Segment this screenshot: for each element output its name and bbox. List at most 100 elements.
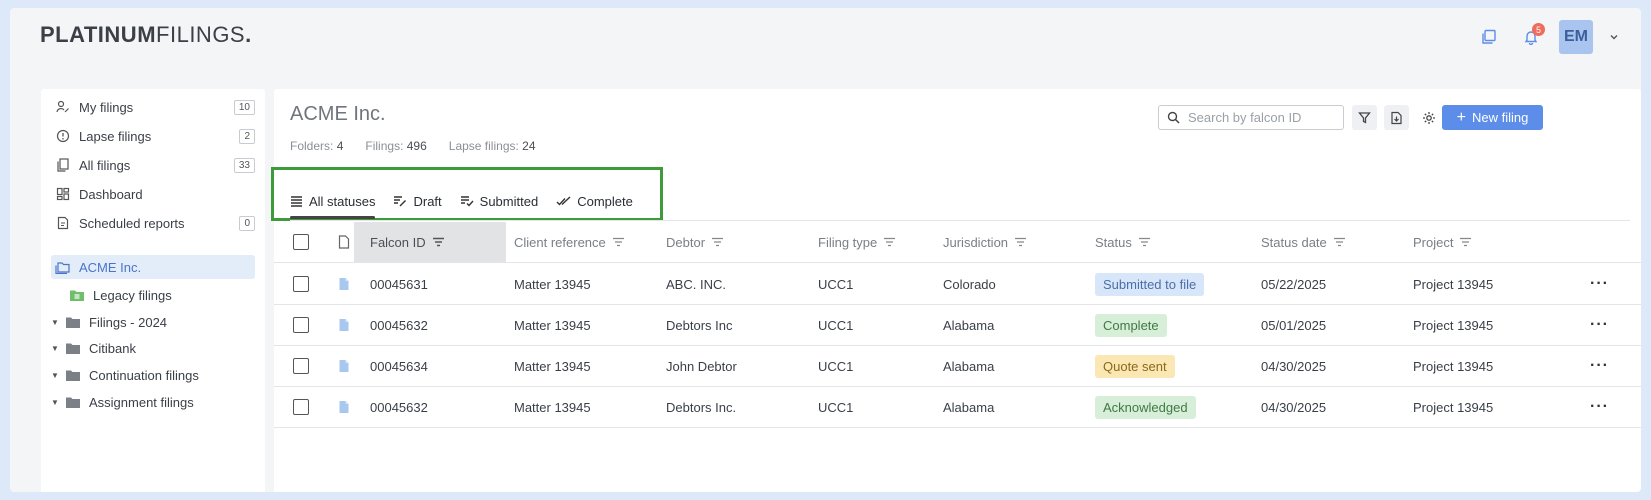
sidebar-subfolder-assignment[interactable]: ▼ Assignment filings	[51, 390, 255, 414]
notification-badge: 5	[1532, 23, 1545, 36]
cell-jurisdiction: Alabama	[943, 317, 995, 333]
sidebar-subfolder-label: Legacy filings	[93, 287, 172, 303]
document-icon	[338, 264, 350, 304]
more-actions-icon[interactable]: ···	[1590, 346, 1609, 386]
cell-jurisdiction: Alabama	[943, 358, 995, 374]
column-label: Filing type	[818, 234, 878, 250]
export-button[interactable]	[1384, 105, 1409, 130]
select-all-checkbox[interactable]	[293, 222, 309, 262]
tab-draft[interactable]: Draft	[393, 191, 442, 211]
cell-client-reference: Matter 13945	[514, 358, 591, 374]
row-checkbox[interactable]	[293, 346, 309, 386]
filter-lines-icon	[712, 237, 724, 247]
cell-status-date: 04/30/2025	[1261, 399, 1327, 415]
sidebar-item-scheduled-reports[interactable]: Scheduled reports 0	[51, 211, 255, 235]
brand-logo[interactable]: PLATINUMFILINGS.	[40, 22, 252, 48]
table-row[interactable]: 00045634 Matter 13945 John Debtor UCC1 A…	[274, 346, 1641, 387]
sidebar-subfolder-filings-2024[interactable]: ▼ Filings - 2024	[51, 310, 255, 334]
table-row[interactable]: 00045632 Matter 13945 Debtors Inc. UCC1 …	[274, 387, 1641, 428]
cell-falcon-id[interactable]: 00045634	[370, 346, 428, 386]
sidebar-item-lapse-filings[interactable]: Lapse filings 2	[51, 124, 255, 148]
row-checkbox[interactable]	[293, 264, 309, 304]
cell-jurisdiction: Alabama	[943, 399, 995, 415]
filter-button[interactable]	[1352, 105, 1377, 130]
sidebar-item-my-filings[interactable]: My filings 10	[51, 95, 255, 119]
tab-complete[interactable]: Complete	[556, 191, 633, 211]
dashboard-icon	[55, 186, 71, 202]
sidebar: My filings 10 Lapse filings 2 All filing…	[41, 89, 265, 492]
document-icon	[338, 305, 350, 345]
column-header-filing-type[interactable]: Filing type	[818, 222, 896, 262]
caret-down-icon[interactable]: ▼	[51, 318, 59, 327]
column-header-debtor[interactable]: Debtor	[666, 222, 724, 262]
cell-status-date: 05/01/2025	[1261, 317, 1327, 333]
main-panel: ACME Inc. Folders: 4 Filings: 496 Lapse …	[271, 89, 1641, 492]
cell-project: Project 13945	[1413, 276, 1494, 292]
document-icon	[338, 387, 350, 427]
row-checkbox[interactable]	[293, 305, 309, 345]
tab-all-statuses[interactable]: All statuses	[290, 191, 376, 219]
column-header-client-reference[interactable]: Client reference	[514, 222, 625, 262]
folders-stat: Folders: 4	[290, 139, 343, 153]
caret-down-icon[interactable]: ▼	[51, 344, 59, 353]
sidebar-item-dashboard[interactable]: Dashboard	[51, 182, 255, 206]
cell-falcon-id[interactable]: 00045631	[370, 264, 428, 304]
alert-circle-icon	[55, 128, 71, 144]
sidebar-folder-acme[interactable]: ACME Inc.	[51, 255, 255, 279]
sidebar-subfolder-label: Filings - 2024	[89, 314, 168, 330]
cell-status: Complete	[1095, 305, 1167, 345]
tab-label: Submitted	[479, 193, 539, 209]
column-label: Status date	[1261, 234, 1327, 250]
more-actions-icon[interactable]: ···	[1590, 264, 1609, 304]
folder-icon	[65, 342, 81, 355]
column-header-status[interactable]: Status	[1095, 222, 1151, 262]
copy-icon[interactable]	[1475, 23, 1503, 51]
header-actions: 5 EM	[1475, 20, 1621, 54]
tab-submitted[interactable]: Submitted	[460, 191, 539, 211]
cell-falcon-id[interactable]: 00045632	[370, 305, 428, 345]
more-actions-icon[interactable]: ···	[1590, 305, 1609, 345]
table-row[interactable]: 00045631 Matter 13945 ABC. INC. UCC1 Col…	[274, 264, 1641, 305]
settings-button[interactable]	[1416, 105, 1441, 130]
caret-down-icon[interactable]: ▼	[51, 398, 59, 407]
avatar[interactable]: EM	[1559, 20, 1593, 54]
chevron-down-icon[interactable]	[1607, 23, 1621, 51]
cell-filing-type: UCC1	[818, 399, 854, 415]
column-header-jurisdiction[interactable]: Jurisdiction	[943, 222, 1027, 262]
column-label: Client reference	[514, 234, 606, 250]
cell-debtor: John Debtor	[666, 358, 737, 374]
folder-icon	[65, 369, 81, 382]
column-label: Project	[1413, 234, 1454, 250]
cell-status: Submitted to file	[1095, 264, 1205, 304]
column-header-falcon-id[interactable]: Falcon ID	[354, 222, 506, 262]
row-checkbox[interactable]	[293, 387, 309, 427]
sidebar-subfolder-legacy[interactable]: Legacy filings	[51, 283, 255, 307]
search-input[interactable]: Search by falcon ID	[1158, 105, 1344, 130]
status-badge: Submitted to file	[1095, 272, 1205, 296]
sidebar-subfolder-citibank[interactable]: ▼ Citibank	[51, 336, 255, 360]
status-badge: Acknowledged	[1095, 395, 1196, 419]
legacy-folder-icon	[69, 289, 85, 302]
sidebar-subfolder-continuation[interactable]: ▼ Continuation filings	[51, 363, 255, 387]
bell-icon[interactable]: 5	[1517, 23, 1545, 51]
column-label: Falcon ID	[370, 234, 426, 250]
column-header-project[interactable]: Project	[1413, 222, 1472, 262]
caret-down-icon[interactable]: ▼	[51, 371, 59, 380]
sort-icon	[432, 237, 444, 247]
cell-client-reference: Matter 13945	[514, 276, 591, 292]
cell-falcon-id[interactable]: 00045632	[370, 387, 428, 427]
table-row[interactable]: 00045632 Matter 13945 Debtors Inc UCC1 A…	[274, 305, 1641, 346]
folder-icon	[65, 316, 81, 329]
page-title: ACME Inc.	[290, 103, 386, 125]
cell-filing-type: UCC1	[818, 276, 854, 292]
column-header-status-date[interactable]: Status date	[1261, 222, 1346, 262]
sidebar-item-all-filings[interactable]: All filings 33	[51, 153, 255, 177]
list-icon	[291, 196, 302, 207]
lapse-value: 24	[522, 139, 536, 153]
new-filing-button[interactable]: + New filing	[1442, 105, 1543, 130]
search-placeholder: Search by falcon ID	[1188, 110, 1302, 125]
filter-icon	[1358, 112, 1371, 124]
more-actions-icon[interactable]: ···	[1590, 387, 1609, 427]
sidebar-item-label: All filings	[79, 157, 131, 173]
document-icon	[338, 346, 350, 386]
